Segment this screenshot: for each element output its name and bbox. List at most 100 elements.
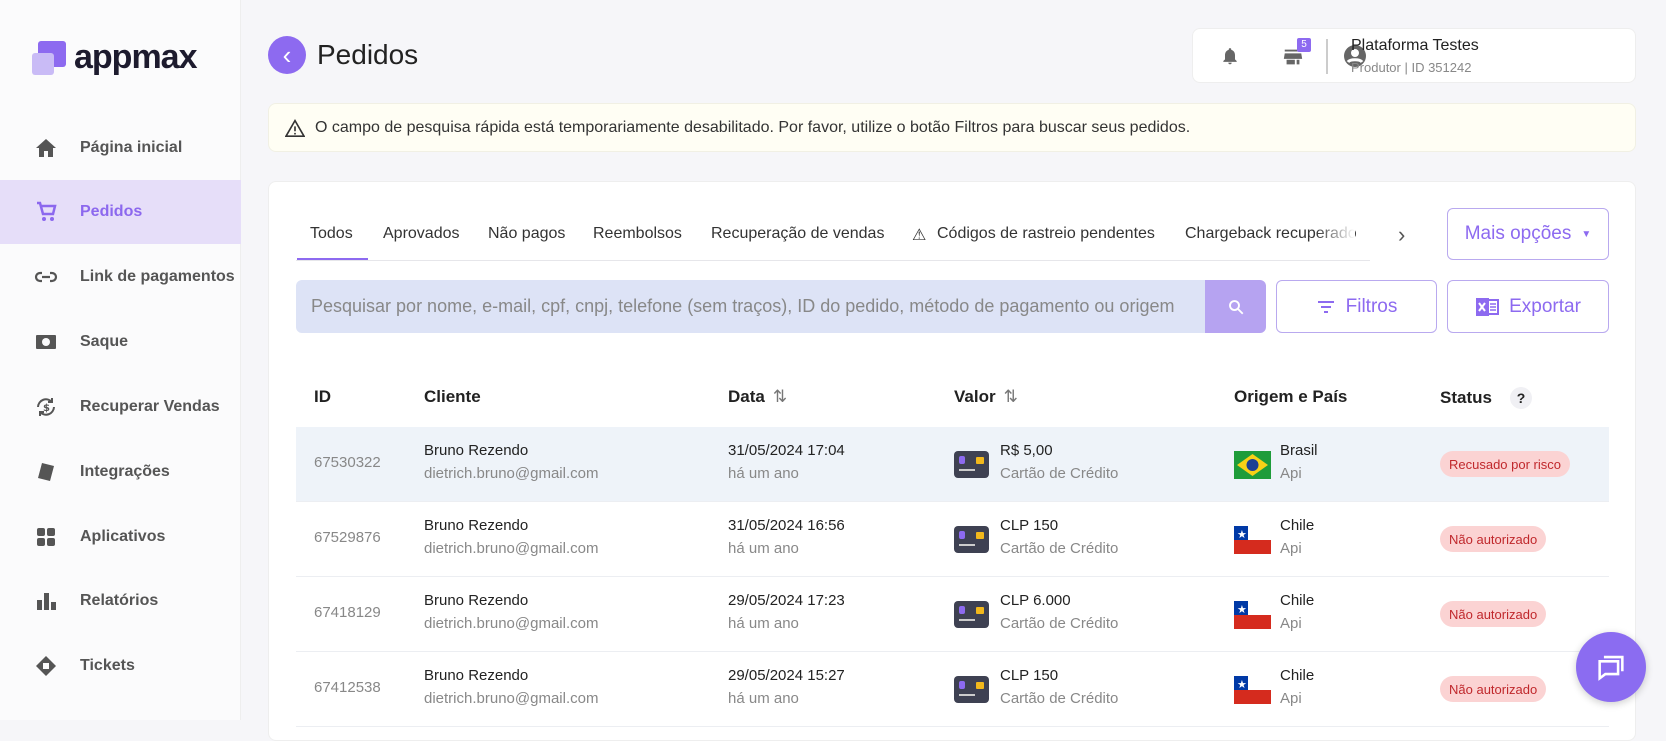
svg-text:★: ★	[1237, 528, 1247, 541]
warning-icon: ⚠	[912, 225, 926, 245]
status-badge: Não autorizado	[1440, 601, 1546, 627]
page-title: Pedidos	[317, 38, 418, 72]
client-email: dietrich.bruno@gmail.com	[424, 614, 598, 634]
ticket-icon	[34, 654, 58, 678]
value-cell: R$ 5,00Cartão de Crédito	[1000, 441, 1118, 484]
origin-cell: BrasilApi	[1280, 441, 1318, 484]
user-name[interactable]: Plataforma Testes	[1351, 37, 1479, 55]
sidebar-item-label: Integrações	[80, 463, 170, 481]
order-date: 29/05/2024 15:27	[728, 666, 845, 686]
recover-icon: $	[34, 395, 58, 419]
warning-icon	[285, 119, 305, 137]
header-status: Status?	[1440, 387, 1532, 409]
header-value-label: Valor	[954, 387, 996, 407]
order-date: 29/05/2024 17:23	[728, 591, 845, 611]
order-id[interactable]: 67412538	[314, 679, 381, 696]
bell-icon[interactable]	[1220, 45, 1240, 67]
tab-3[interactable]: Reembolsos	[593, 225, 682, 243]
home-icon	[34, 136, 58, 160]
origin: Api	[1280, 464, 1318, 484]
sidebar-item-label: Saque	[80, 333, 128, 351]
origin-cell: ChileApi	[1280, 666, 1314, 709]
credit-card-icon	[954, 526, 989, 553]
help-icon[interactable]: ?	[1510, 387, 1532, 409]
filters-label: Filtros	[1346, 296, 1398, 318]
sort-icon[interactable]: ⇅	[1004, 387, 1018, 407]
sidebar-item-label: Tickets	[80, 657, 135, 675]
sidebar-item-cart[interactable]: Pedidos	[0, 180, 241, 244]
table-row[interactable]: 67418129 Bruno Rezendo dietrich.bruno@gmai…	[296, 577, 1609, 652]
header-value[interactable]: Valor ⇅	[954, 387, 1018, 407]
search-disabled-alert: O campo de pesquisa rápida está temporar…	[268, 103, 1636, 152]
sidebar-item-label: Pedidos	[80, 203, 142, 221]
chile-flag-icon: ★	[1234, 676, 1271, 704]
search-icon	[1227, 298, 1245, 316]
table-row[interactable]: 67412538 Bruno Rezendodietrich.bruno@gmai…	[296, 652, 1609, 727]
sidebar-item-apps[interactable]: Aplicativos	[0, 505, 241, 569]
tab-5[interactable]: Códigos de rastreio pendentes	[937, 225, 1155, 243]
filters-button[interactable]: Filtros	[1276, 280, 1437, 333]
header-id: ID	[314, 387, 331, 407]
filter-icon	[1316, 299, 1336, 315]
order-amount: CLP 6.000	[1000, 591, 1118, 611]
client-cell: Bruno Rezendo dietrich.bruno@gmail.com	[424, 441, 598, 484]
table-row[interactable]: 67530322 Bruno Rezendo dietrich.bruno@gmai…	[296, 427, 1609, 502]
status-badge: Não autorizado	[1440, 526, 1546, 552]
order-age: há um ano	[728, 464, 845, 484]
divider	[1326, 39, 1328, 74]
order-id[interactable]: 67418129	[314, 604, 381, 621]
client-cell: Bruno Rezendo dietrich.bruno@gmail.com	[424, 591, 598, 634]
client-name: Bruno Rezendo	[424, 441, 598, 461]
country: Chile	[1280, 591, 1314, 611]
sidebar-item-money[interactable]: Saque	[0, 310, 241, 374]
chat-button[interactable]	[1576, 632, 1646, 702]
apps-icon	[34, 525, 58, 549]
user-role: Produtor | ID 351242	[1351, 60, 1471, 75]
appmax-logo[interactable]: appmax	[32, 38, 197, 77]
order-amount: CLP 150	[1000, 516, 1118, 536]
export-button[interactable]: Exportar	[1447, 280, 1609, 333]
order-date: 31/05/2024 16:56	[728, 516, 845, 536]
country: Chile	[1280, 666, 1314, 686]
chile-flag-icon: ★	[1234, 526, 1271, 554]
country: Chile	[1280, 516, 1314, 536]
order-id[interactable]: 67530322	[314, 454, 381, 471]
sidebar-item-integrations[interactable]: Integrações	[0, 440, 241, 504]
tab-2[interactable]: Não pagos	[488, 225, 565, 243]
search-button[interactable]	[1205, 280, 1266, 333]
sidebar-item-link[interactable]: Link de pagamentos	[0, 245, 241, 309]
client-name: Bruno Rezendo	[424, 591, 598, 611]
value-cell: CLP 6.000Cartão de Crédito	[1000, 591, 1118, 634]
header-date[interactable]: Data⇅	[728, 387, 787, 407]
origin: Api	[1280, 614, 1314, 634]
tab-4[interactable]: Recuperação de vendas	[711, 225, 884, 243]
tab-0[interactable]: Todos	[310, 225, 353, 243]
excel-icon	[1475, 296, 1499, 318]
sort-icon[interactable]: ⇅	[773, 387, 787, 407]
sidebar-item-home[interactable]: Página inicial	[0, 116, 241, 180]
back-button[interactable]: ‹	[268, 36, 306, 74]
more-options-button[interactable]: Mais opções ▼	[1447, 208, 1609, 260]
client-email: dietrich.bruno@gmail.com	[424, 539, 598, 559]
origin-cell: Chile Api	[1280, 591, 1314, 634]
origin-cell: ChileApi	[1280, 516, 1314, 559]
sidebar-item-ticket[interactable]: Tickets	[0, 634, 241, 698]
tab-1[interactable]: Aprovados	[383, 225, 460, 243]
svg-text:★: ★	[1237, 603, 1247, 616]
tabs-scroll-right-icon[interactable]: ›	[1398, 222, 1405, 248]
export-label: Exportar	[1509, 296, 1581, 318]
client-name: Bruno Rezendo	[424, 666, 598, 686]
payment-method: Cartão de Crédito	[1000, 464, 1118, 484]
sidebar-item-chart[interactable]: Relatórios	[0, 569, 241, 633]
order-age: há um ano	[728, 689, 845, 709]
sidebar-item-recover[interactable]: $ Recuperar Vendas	[0, 375, 241, 439]
client-email: dietrich.bruno@gmail.com	[424, 464, 598, 484]
client-cell: Bruno Rezendodietrich.bruno@gmail.com	[424, 666, 598, 709]
header-origin: Origem e País	[1234, 387, 1347, 407]
active-tab-indicator	[297, 258, 368, 260]
search-input[interactable]	[296, 280, 1205, 333]
user-header-card: 5 Plataforma Testes Produtor | ID 351242	[1192, 28, 1636, 83]
sidebar-item-label: Recuperar Vendas	[80, 398, 220, 416]
table-row[interactable]: 67529876Bruno Rezendodietrich.bruno@gmai…	[296, 502, 1609, 577]
order-id[interactable]: 67529876	[314, 529, 381, 546]
